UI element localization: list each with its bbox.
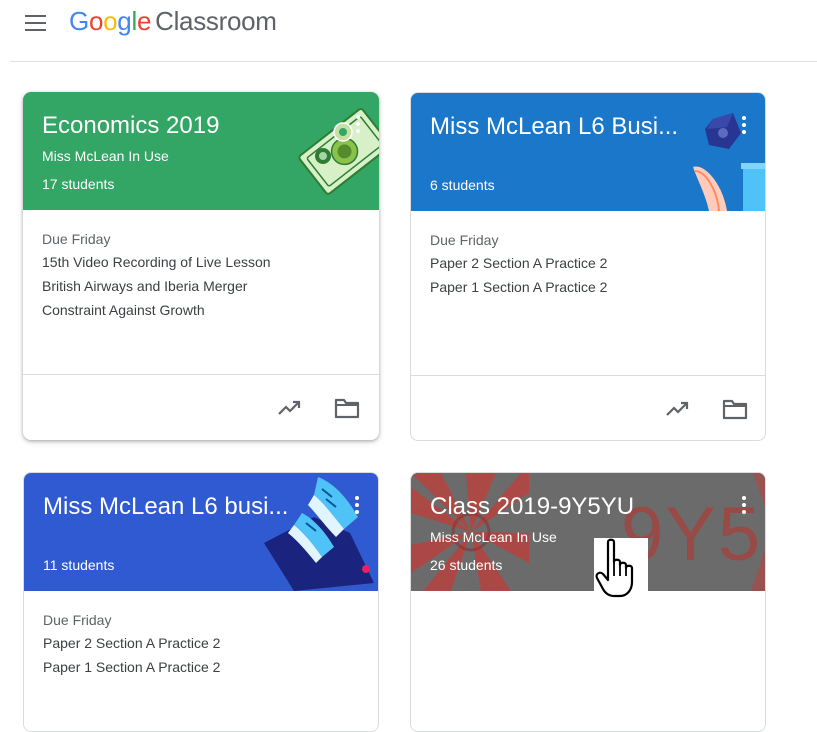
class-section: Miss McLean In Use (42, 148, 169, 164)
class-title[interactable]: Miss McLean L6 Busi... (430, 113, 700, 141)
more-vert-icon[interactable] (355, 114, 361, 134)
logo-letter: e (136, 6, 152, 36)
logo-letter: g (117, 6, 132, 36)
due-label: Due Friday (42, 231, 111, 247)
due-label: Due Friday (43, 612, 112, 628)
logo-letter: G (69, 6, 89, 36)
student-count: 17 students (42, 176, 115, 192)
more-vert-icon[interactable] (741, 495, 747, 515)
student-count: 6 students (430, 177, 495, 193)
header-divider (10, 61, 817, 62)
sneakers-illustration (264, 477, 374, 591)
class-title[interactable]: Economics 2019 (42, 112, 312, 140)
trending-up-icon[interactable] (666, 400, 690, 418)
class-card-economics[interactable]: Economics 2019 Miss McLean In Use 17 stu… (23, 92, 379, 440)
assignment-link[interactable]: Paper 2 Section A Practice 2 (43, 632, 363, 656)
class-card-l6-business-a[interactable]: Miss McLean L6 Busi... 6 students Due Fr… (410, 92, 766, 441)
due-label: Due Friday (430, 232, 499, 248)
card-banner[interactable]: Miss McLean L6 Busi... 6 students (411, 93, 765, 211)
trending-up-icon[interactable] (278, 399, 302, 417)
card-footer (23, 374, 379, 440)
product-name: Classroom (155, 6, 277, 36)
class-card-l6-business-b[interactable]: Miss McLean L6 busi... 11 students Due F… (23, 472, 379, 732)
google-classroom-logo[interactable]: Google Classroom (69, 6, 277, 37)
folder-icon[interactable] (334, 397, 360, 419)
hand-pointer-cursor (594, 538, 648, 600)
class-title[interactable]: Miss McLean L6 busi... (43, 493, 313, 521)
class-card-class-2019[interactable]: 9Y5 Class 2019-9Y5YU Miss McLean In Use … (410, 472, 766, 732)
more-vert-icon[interactable] (354, 495, 360, 515)
card-banner[interactable]: Economics 2019 Miss McLean In Use 17 stu… (23, 92, 379, 210)
more-vert-icon[interactable] (741, 115, 747, 135)
assignment-link[interactable]: 15th Video Recording of Live Lesson (42, 251, 362, 275)
class-title[interactable]: Class 2019-9Y5YU (430, 493, 700, 521)
assignment-link[interactable]: British Airways and Iberia Merger (42, 275, 362, 299)
class-section: Miss McLean In Use (430, 529, 557, 545)
upcoming-work: Due Friday 15th Video Recording of Live … (42, 229, 362, 323)
hamburger-menu-icon[interactable] (25, 14, 47, 32)
assignment-link[interactable]: Paper 1 Section A Practice 2 (43, 656, 363, 680)
logo-letter: o (88, 6, 104, 36)
assignment-link[interactable]: Constraint Against Growth (42, 299, 362, 323)
app-header: Google Classroom (0, 0, 817, 62)
upcoming-work: Due Friday Paper 2 Section A Practice 2 … (430, 230, 750, 300)
upcoming-work: Due Friday Paper 2 Section A Practice 2 … (43, 610, 363, 680)
student-count: 26 students (430, 557, 503, 573)
card-banner[interactable]: Miss McLean L6 busi... 11 students (24, 473, 378, 591)
card-footer (411, 375, 765, 440)
card-banner[interactable]: 9Y5 Class 2019-9Y5YU Miss McLean In Use … (411, 473, 765, 591)
assignment-link[interactable]: Paper 2 Section A Practice 2 (430, 252, 750, 276)
logo-letter: o (103, 6, 118, 36)
folder-icon[interactable] (722, 398, 748, 420)
student-count: 11 students (43, 557, 115, 573)
assignment-link[interactable]: Paper 1 Section A Practice 2 (430, 276, 750, 300)
